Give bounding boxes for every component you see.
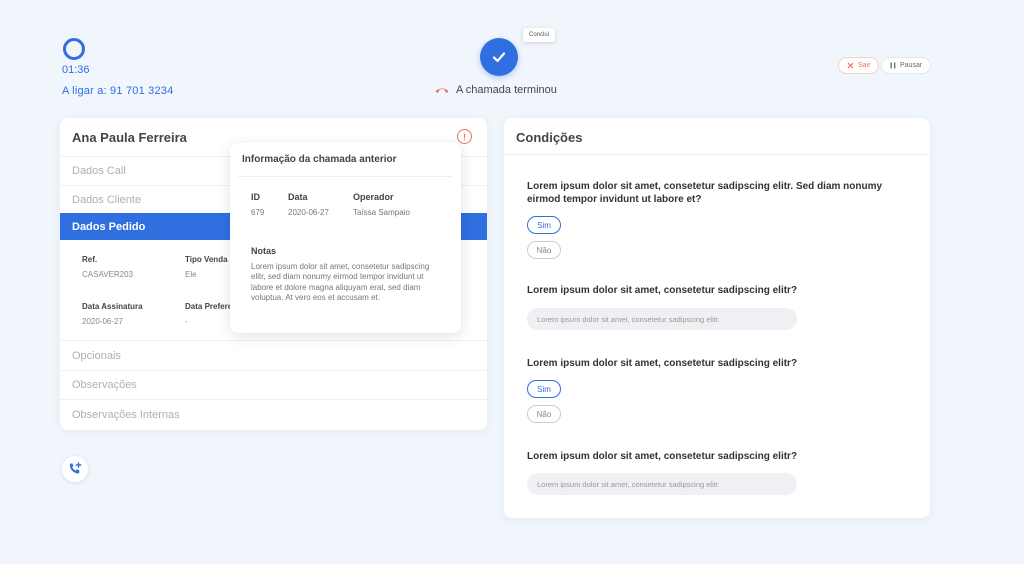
exit-button-label: Sair: [858, 62, 871, 69]
preferred-date-value: -: [185, 317, 188, 326]
conditions-title: Condições: [516, 130, 583, 145]
call-status-text: A chamada terminou: [456, 84, 557, 96]
popup-title: Informação da chamada anterior: [242, 154, 397, 165]
call-timer-ring-icon: [63, 38, 85, 60]
pause-icon: [890, 62, 896, 69]
previous-call-popup: Informação da chamada anterior ID 679 Da…: [230, 143, 461, 333]
conditions-card: Condições Lorem ipsum dolor sit amet, co…: [504, 118, 930, 518]
call-id-label: ID: [251, 192, 260, 202]
operator-label: Operador: [353, 192, 394, 202]
q3-yes-option[interactable]: Sim: [527, 380, 561, 398]
call-timer: 01:36: [62, 64, 90, 76]
section-internal-notes[interactable]: Observações Internas: [60, 399, 487, 430]
check-icon: [492, 52, 506, 63]
signature-date-label: Data Assinatura: [82, 302, 143, 311]
q1-yes-option[interactable]: Sim: [527, 216, 561, 234]
pause-button-label: Pausar: [900, 62, 923, 69]
pause-button[interactable]: Pausar: [881, 57, 932, 74]
notes-label: Notas: [251, 246, 277, 256]
section-notes[interactable]: Observações: [60, 370, 487, 399]
call-date-label: Data: [288, 192, 308, 202]
ref-label: Ref.: [82, 255, 98, 264]
notes-text: Lorem ipsum dolor sit amet, consetetur s…: [251, 262, 430, 303]
sale-type-label: Tipo Venda: [185, 255, 228, 264]
q2-answer-input[interactable]: [527, 308, 797, 330]
alert-icon[interactable]: !: [457, 129, 472, 144]
question-4: Lorem ipsum dolor sit amet, consetetur s…: [527, 451, 798, 462]
exit-button[interactable]: Sair: [838, 57, 880, 74]
call-id-value: 679: [251, 208, 265, 217]
conclude-call-button[interactable]: [480, 38, 518, 76]
signature-date-value: 2020-06-27: [82, 317, 123, 326]
operator-value: Taíssa Sampaio: [353, 208, 410, 217]
close-icon: [847, 62, 854, 69]
phone-add-icon: [69, 462, 82, 474]
q4-answer-input[interactable]: [527, 473, 797, 495]
conditions-divider: [504, 154, 930, 155]
question-2: Lorem ipsum dolor sit amet, consetetur s…: [527, 285, 798, 296]
dialing-number: A ligar a: 91 701 3234: [62, 85, 174, 97]
call-date-value: 2020-06-27: [288, 208, 329, 217]
hang-up-icon: [435, 88, 449, 93]
question-3: Lorem ipsum dolor sit amet, consetetur s…: [527, 358, 798, 369]
sale-type-value: Ele: [185, 270, 197, 279]
call-status: A chamada terminou: [434, 84, 557, 96]
customer-name: Ana Paula Ferreira: [72, 130, 187, 145]
preferred-date-label: Data Prefere: [185, 302, 233, 311]
ref-value: CASAVER203: [82, 270, 133, 279]
section-optionals[interactable]: Opcionais: [60, 340, 487, 370]
conclude-tooltip: Concluí: [523, 28, 556, 42]
question-1: Lorem ipsum dolor sit amet, consetetur s…: [527, 181, 883, 205]
popup-divider: [238, 176, 452, 177]
q3-no-option[interactable]: Não: [527, 405, 561, 423]
add-call-button[interactable]: [62, 456, 88, 482]
q1-no-option[interactable]: Não: [527, 241, 561, 259]
